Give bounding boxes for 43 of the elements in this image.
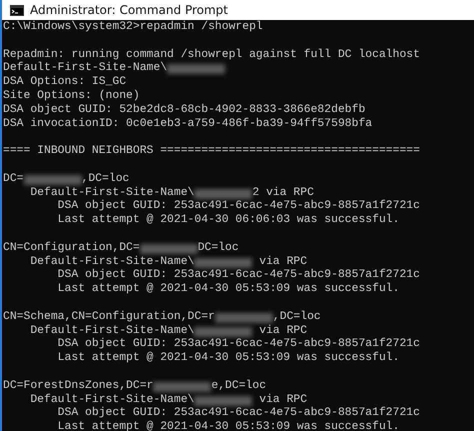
console-line: DSA object GUID: 52be2dc8-68cb-4902-8833-3866e82debfb	[3, 104, 366, 118]
console-line: Last attempt @ 2021-04-30 06:06:03 was successful.	[56, 214, 400, 228]
command-prompt-icon	[10, 4, 24, 16]
blurred-redaction	[153, 382, 212, 392]
console-line: Site Options: (none)	[3, 90, 141, 104]
blurred-redaction	[194, 188, 252, 199]
console-text: DC=	[3, 172, 24, 187]
console-text: via RPC	[258, 394, 308, 406]
blurred-redaction	[140, 244, 198, 254]
console-line: Last attempt @ 2021-04-30 05:53:09 was successful.	[56, 352, 400, 366]
blurred-redaction	[24, 174, 82, 185]
console-text: 2 via RPC	[252, 186, 314, 200]
blurred-redaction	[194, 258, 252, 268]
console-text: DC=loc	[198, 242, 239, 256]
console-text: Default-First-Site-Name\	[3, 62, 168, 76]
console-text: Default-First-Site-Name\	[29, 324, 194, 338]
console-text: via RPC	[258, 256, 308, 268]
console-text: CN=Configuration,DC=	[3, 242, 140, 256]
console-line: ==== INBOUND NEIGHBORS ======================================	[3, 145, 421, 159]
console-text: Default-First-Site-Name\	[29, 394, 194, 406]
blurred-redaction	[194, 326, 252, 337]
console-text: e,DC=loc	[211, 380, 266, 394]
console-line: DSA object GUID: 253ac491-6cac-4e75-abc9-8857a1f2721c	[56, 200, 421, 214]
console-text: Default-First-Site-Name\	[29, 256, 194, 268]
console-text: Default-First-Site-Name\	[29, 186, 194, 200]
console-line: DSA invocationID: 0c0e1eb3-a759-486f-ba39-94ff57598bfa	[3, 118, 374, 132]
console-text: CN=Schema,CN=Configuration,DC=r	[3, 310, 215, 324]
blurred-redaction	[167, 64, 226, 74]
console-line: C:\Windows\system32>repadmin /showrepl	[3, 21, 264, 35]
console-line: Repadmin: running command /showrepl against full DC localhost	[3, 48, 421, 62]
console-line: DSA object GUID: 253ac491-6cac-4e75-abc9-8857a1f2721c	[56, 269, 421, 282]
console-text: ,DC=loc	[82, 172, 130, 186]
console-text: DC=ForestDnsZones,DC=r	[3, 380, 154, 394]
console-line: DSA object GUID: 253ac491-6cac-4e75-abc9-8857a1f2721c	[56, 338, 421, 352]
window-title: Administrator: Command Prompt	[30, 2, 228, 19]
console-line: Last attempt @ 2021-04-30 05:53:09 was successful.	[56, 421, 400, 431]
console-line: Last attempt @ 2021-04-30 05:53:09 was successful.	[56, 283, 400, 297]
blurred-redaction	[194, 396, 252, 406]
blurred-redaction	[214, 312, 273, 323]
console-text: ,DC=loc	[272, 310, 321, 324]
console-line: DSA Options: IS_GC	[3, 76, 128, 90]
console-text: via RPC	[258, 324, 308, 338]
console-line: DSA object GUID: 253ac491-6cac-4e75-abc9-8857a1f2721c	[56, 407, 421, 420]
